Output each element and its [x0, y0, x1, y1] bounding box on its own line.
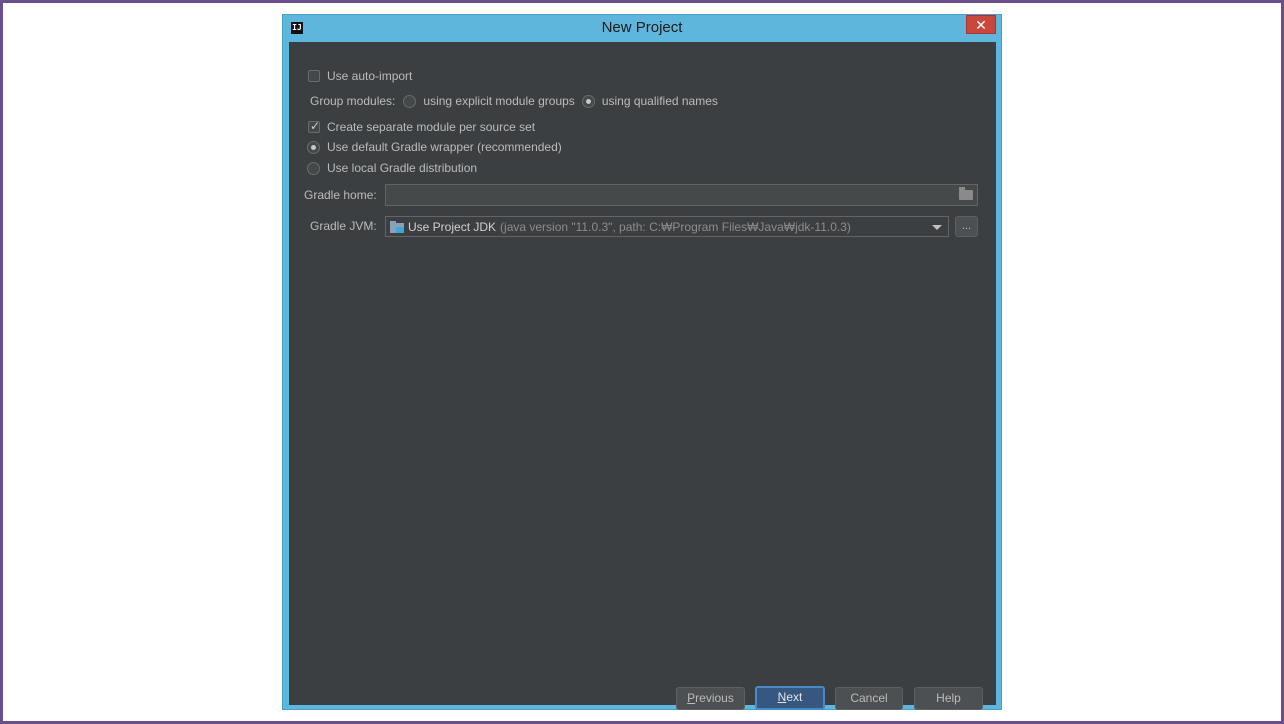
separate-module-option[interactable]: Create separate module per source set: [308, 119, 536, 134]
default-wrapper-radio[interactable]: [307, 140, 320, 154]
next-label-rest: ext: [786, 690, 803, 704]
folder-icon[interactable]: [959, 187, 973, 200]
next-button[interactable]: Next: [755, 686, 825, 710]
dialog-content: Use auto-import Group modules: using exp…: [289, 42, 996, 710]
gradle-home-label: Gradle home:: [304, 188, 377, 202]
local-distribution-option[interactable]: Use local Gradle distribution: [307, 161, 477, 175]
explicit-groups-radio[interactable]: [403, 94, 417, 108]
gradle-jvm-select[interactable]: Use Project JDK (java version "11.0.3", …: [385, 216, 949, 237]
auto-import-option[interactable]: Use auto-import: [308, 69, 412, 83]
close-button[interactable]: ✕: [966, 15, 996, 34]
local-distribution-radio[interactable]: [307, 161, 320, 175]
gradle-home-input[interactable]: [385, 184, 978, 206]
jdk-folder-icon: [390, 220, 404, 233]
jvm-selected-detail: (java version "11.0.3", path: C:₩Program…: [500, 219, 851, 234]
default-wrapper-option[interactable]: Use default Gradle wrapper (recommended): [307, 140, 562, 154]
help-button[interactable]: Help: [914, 687, 983, 710]
jvm-browse-button[interactable]: ...: [955, 216, 978, 237]
cancel-button[interactable]: Cancel: [835, 687, 903, 710]
auto-import-checkbox[interactable]: [308, 70, 320, 82]
gradle-jvm-label: Gradle JVM:: [310, 219, 377, 233]
previous-mnemonic: P: [687, 691, 696, 705]
title-bar: IJ New Project ✕: [283, 15, 1001, 42]
jvm-selected-main: Use Project JDK: [408, 219, 497, 234]
dialog-title: New Project: [601, 19, 683, 36]
separate-module-label: Create separate module per source set: [327, 120, 536, 134]
default-wrapper-label: Use default Gradle wrapper (recommended): [327, 140, 562, 154]
previous-label-rest: revious: [695, 691, 734, 705]
auto-import-label: Use auto-import: [327, 69, 413, 83]
new-project-dialog: IJ New Project ✕ Use auto-import Group m…: [282, 14, 1002, 710]
group-modules-label: Group modules:: [310, 94, 396, 108]
local-distribution-label: Use local Gradle distribution: [327, 161, 478, 175]
previous-button[interactable]: Previous: [676, 687, 745, 710]
chevron-down-icon: [932, 225, 942, 230]
qualified-names-radio[interactable]: [581, 94, 595, 108]
qualified-names-label: using qualified names: [601, 94, 718, 108]
group-modules-row: Group modules: using explicit module gro…: [310, 94, 718, 108]
separate-module-checkbox[interactable]: [308, 119, 320, 133]
explicit-groups-label: using explicit module groups: [423, 94, 575, 108]
